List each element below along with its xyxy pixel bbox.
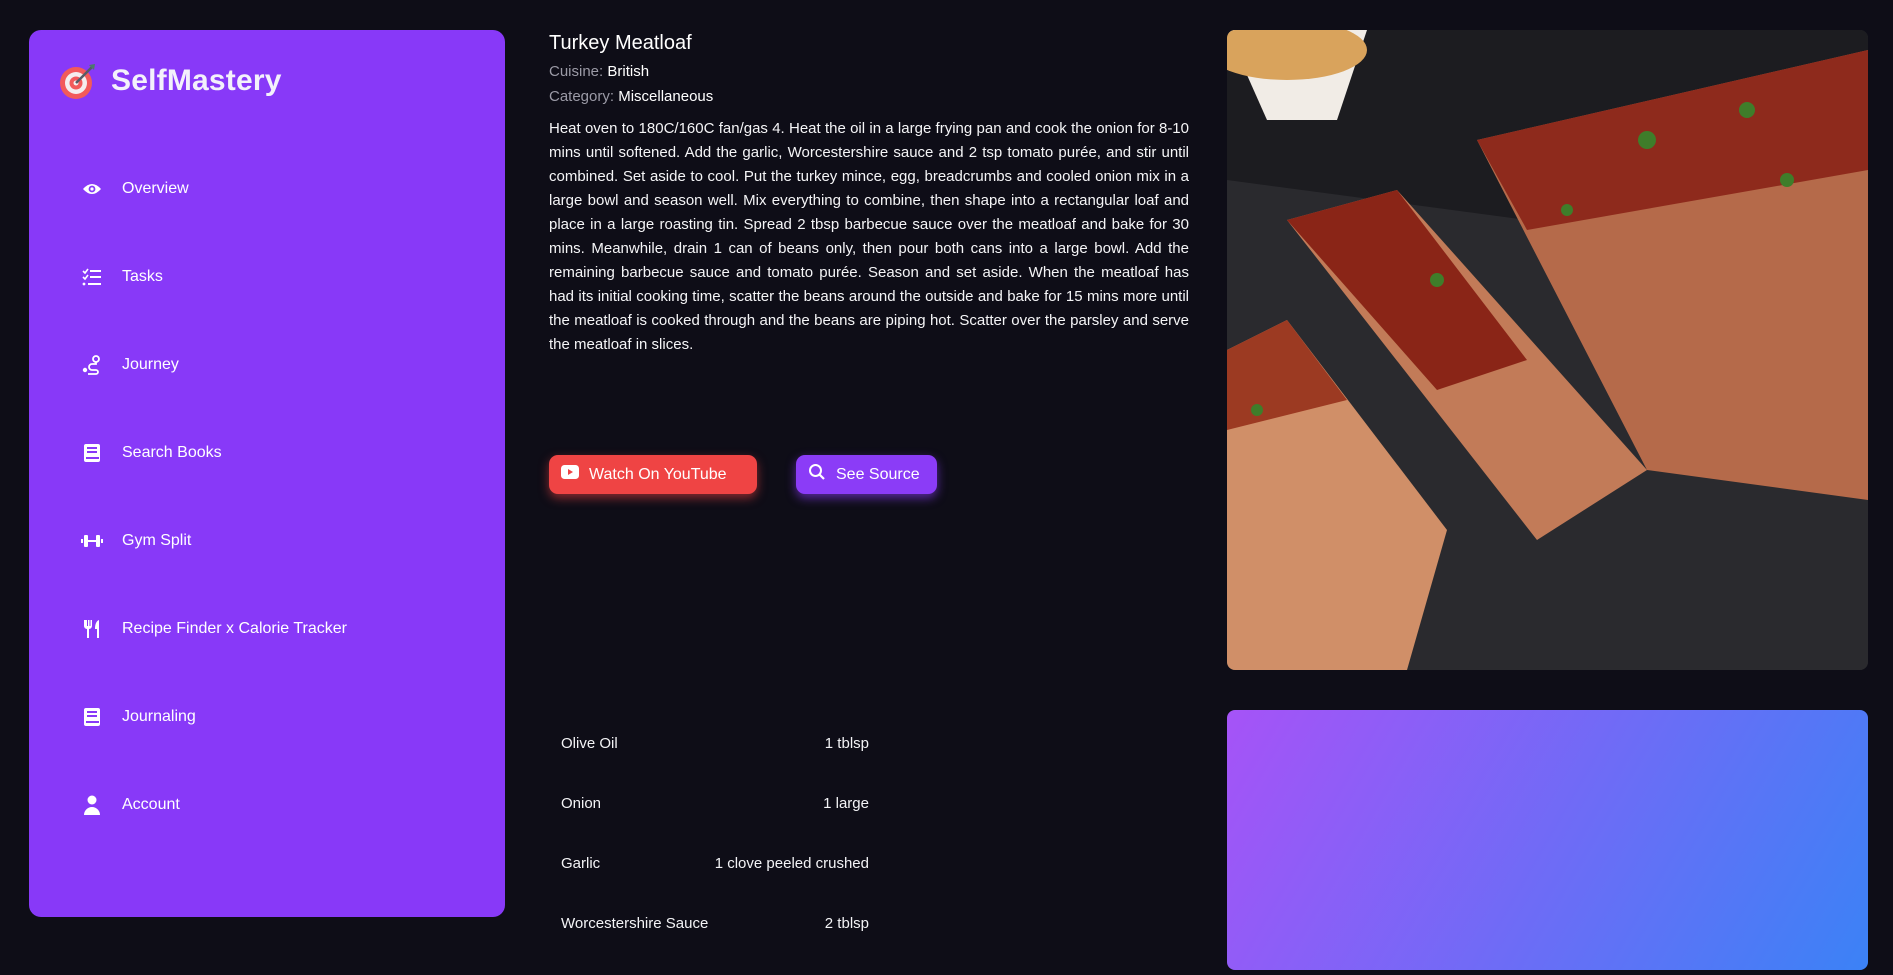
see-source-button[interactable]: See Source [796, 455, 937, 494]
sidebar-item-overview[interactable]: Overview [81, 174, 189, 204]
recipe-image [1227, 30, 1868, 670]
watch-youtube-button[interactable]: Watch On YouTube [549, 455, 757, 494]
checklist-icon [81, 266, 103, 288]
ingredient-name: Onion [561, 795, 602, 812]
sidebar-item-tasks[interactable]: Tasks [81, 262, 163, 292]
recipe-details: Turkey Meatloaf Cuisine: British Categor… [549, 30, 1189, 494]
sidebar-item-label: Account [122, 796, 180, 813]
sidebar-item-gym-split[interactable]: Gym Split [81, 526, 191, 556]
ingredient-measure: 1 tblsp [824, 735, 869, 752]
youtube-button-label: Watch On YouTube [589, 465, 727, 483]
cuisine-value: British [607, 63, 650, 80]
category-label: Category: [549, 88, 615, 105]
sidebar-item-label: Journey [122, 356, 179, 373]
sidebar-item-account[interactable]: Account [81, 790, 180, 820]
app-logo[interactable]: SelfMastery [59, 62, 282, 100]
recipe-title: Turkey Meatloaf [549, 32, 692, 54]
sidebar-item-recipe-finder[interactable]: Recipe Finder x Calorie Tracker [81, 614, 347, 644]
sidebar-item-label: Overview [122, 180, 189, 197]
sidebar: SelfMastery Overview Tasks Journey Searc… [29, 30, 505, 917]
ingredient-name: Olive Oil [561, 735, 618, 752]
book-icon [81, 442, 103, 464]
ingredient-row: Worcestershire Sauce 2 tblsp [561, 915, 869, 975]
ingredient-row: Olive Oil 1 tblsp [561, 735, 869, 795]
recipe-instructions: Heat oven to 180C/160C fan/gas 4. Heat t… [549, 120, 1189, 353]
youtube-icon [561, 465, 579, 484]
ingredient-measure: 2 tblsp [824, 915, 869, 932]
cuisine-label: Cuisine: [549, 63, 604, 80]
eye-icon [81, 178, 103, 200]
app-title: SelfMastery [111, 64, 282, 97]
sidebar-item-label: Gym Split [122, 532, 192, 549]
ingredient-name: Garlic [561, 855, 601, 872]
book-icon [81, 706, 103, 728]
ingredient-name: Worcestershire Sauce [561, 915, 709, 932]
sidebar-item-label: Journaling [122, 708, 196, 725]
ingredient-row: Onion 1 large [561, 795, 869, 855]
ingredient-measure: 1 large [823, 795, 869, 812]
sidebar-item-journey[interactable]: Journey [81, 350, 179, 380]
dumbbell-icon [81, 530, 103, 552]
ingredient-row: Garlic 1 clove peeled crushed [561, 855, 869, 915]
ingredient-measure: 1 clove peeled crushed [714, 855, 869, 872]
route-icon [81, 354, 103, 376]
category-value: Miscellaneous [618, 88, 714, 105]
recipe-cuisine: Cuisine: British [549, 63, 1189, 80]
recipe-category: Category: Miscellaneous [549, 88, 1189, 105]
sidebar-item-search-books[interactable]: Search Books [81, 438, 222, 468]
ingredients-list: Olive Oil 1 tblsp Onion 1 large Garlic 1 cl… [561, 735, 869, 975]
nutrition-panel [1227, 710, 1868, 970]
utensils-icon [81, 618, 103, 640]
search-icon [808, 463, 826, 486]
source-button-label: See Source [836, 465, 920, 483]
sidebar-item-label: Recipe Finder x Calorie Tracker [122, 620, 347, 637]
user-icon [81, 794, 103, 816]
target-icon [59, 62, 97, 100]
sidebar-item-label: Search Books [122, 444, 222, 461]
sidebar-item-journaling[interactable]: Journaling [81, 702, 196, 732]
sidebar-item-label: Tasks [122, 268, 163, 285]
